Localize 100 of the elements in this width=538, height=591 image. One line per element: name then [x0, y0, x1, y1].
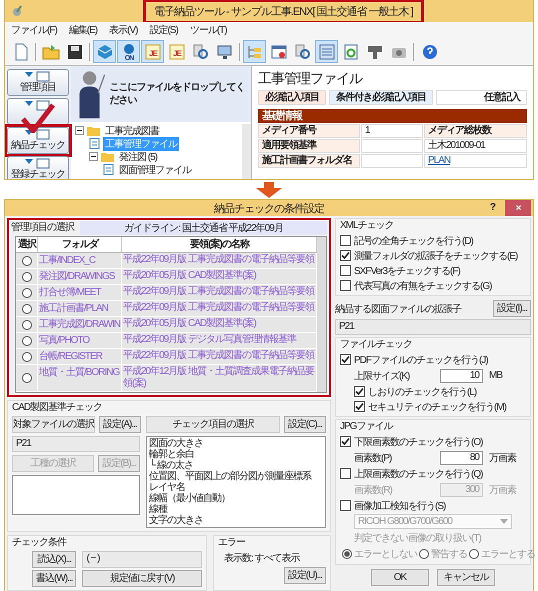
collapse-icon[interactable]	[89, 152, 98, 161]
tree-item[interactable]: 発注図 (5)	[117, 150, 159, 164]
list-item[interactable]: └ 線の太さ	[149, 460, 323, 471]
list-item[interactable]: 輪郭と余白	[149, 449, 323, 460]
table-cell: 打合せ簿/MEET	[38, 285, 122, 300]
checkbox[interactable]	[354, 401, 365, 412]
checkbox[interactable]	[340, 265, 351, 276]
folder-link[interactable]: PLAN	[428, 155, 450, 166]
drop-zone[interactable]: ここにファイルをドロップしてください	[71, 66, 251, 122]
list-item[interactable]: 線幅（最小値自動）	[149, 493, 323, 504]
close-button[interactable]: ×	[505, 200, 531, 216]
checkmark-icon	[21, 103, 55, 133]
sidebar-button[interactable]: 納品チェック	[7, 127, 69, 154]
table-cell: 施工計画書/PLAN	[38, 301, 122, 316]
legend-label: 条件付き必須記入項目	[329, 90, 433, 105]
list-item[interactable]: 線種	[149, 504, 323, 515]
menu-item[interactable]: 設定(S)	[149, 23, 178, 37]
help-button[interactable]: ?	[484, 201, 501, 214]
radio-button[interactable]	[469, 549, 479, 559]
radio-button[interactable]	[22, 373, 32, 383]
radio-button[interactable]	[22, 336, 32, 346]
list-item[interactable]: 図面の大きさ	[149, 438, 323, 449]
radio-button[interactable]	[342, 549, 352, 559]
list-box[interactable]: 図面の大きさ 輪郭と余白 └ 線の太さ 位置図、平面図上の部分図が測量座標系 レイヤ名 線幅（最小値自動） 線種 文字の大きさ	[146, 436, 326, 528]
checkbox[interactable]	[340, 250, 351, 261]
monitor-icon	[216, 42, 234, 60]
extension-field[interactable]: P21	[12, 436, 140, 452]
unit-label: 万画素	[489, 484, 516, 496]
radio-button[interactable]	[22, 320, 32, 330]
collapse-icon[interactable]	[75, 126, 84, 135]
field-value: 土木201009-01	[424, 139, 527, 153]
reset-button[interactable]: 規定値に戻す(V)	[82, 570, 202, 587]
checkbox-label: 下限画素数のチェックを行う(O)	[354, 436, 482, 448]
file-icon	[103, 164, 114, 175]
group-title: CAD製図基準チェック	[12, 402, 104, 414]
extension-label: 納品する図面ファイルの拡張子	[335, 302, 461, 316]
settings-button[interactable]: 設定(A)...	[99, 416, 141, 433]
load-button[interactable]: 読込(X)...	[32, 551, 76, 568]
field-label: 適用要領基準	[258, 139, 360, 153]
guideline-label: ガイドライン: 国土交通省 平成22年09月	[80, 221, 327, 235]
checkbox[interactable]	[340, 280, 351, 291]
checkbox[interactable]	[340, 468, 351, 479]
checkbox-label: 上限画素数のチェックを行う(Q)	[354, 468, 482, 480]
folder-icon	[87, 126, 100, 136]
error-display-label: 表示数: すべて表示	[223, 552, 302, 565]
radio-button[interactable]	[22, 272, 32, 282]
list-item[interactable]: 文字の大きさ	[149, 515, 323, 526]
settings-button[interactable]: 設定(C)...	[284, 416, 326, 433]
cancel-button[interactable]: キャンセル	[437, 569, 495, 586]
checkbox[interactable]	[340, 354, 351, 365]
unit-label: MB	[489, 370, 502, 381]
scrollbar[interactable]	[242, 124, 251, 179]
list-box[interactable]	[12, 475, 140, 515]
field-label: 画素数(P)	[354, 452, 393, 464]
dialog-title: 納品チェックの条件設定	[214, 202, 324, 216]
app-icon	[11, 5, 23, 17]
checkbox[interactable]	[340, 235, 351, 246]
radio-button[interactable]	[22, 352, 32, 362]
menu-item[interactable]: ファイル(F)	[11, 23, 57, 37]
list-item[interactable]: レイヤ名	[149, 482, 323, 493]
table-cell: 発注図/DRAWINGS	[38, 269, 122, 284]
drop-hint: ここにファイルをドロップしてください	[109, 81, 245, 107]
magnifier-icon	[192, 42, 210, 60]
file-field[interactable]: ( − )	[82, 551, 202, 568]
window-icon	[270, 42, 288, 60]
sidebar-button[interactable]: 管理項目	[7, 69, 69, 96]
table-cell: 工事完成図/DRAWIN	[38, 317, 122, 332]
menu-item[interactable]: 表示(V)	[109, 23, 138, 37]
magnifier-icon	[294, 42, 312, 60]
field-label: メディア番号	[258, 124, 360, 138]
pixel-count-field[interactable]: 80	[440, 450, 483, 464]
list-item[interactable]: 位置図、平面図上の部分図が測量座標系	[149, 471, 323, 482]
field-value: 1	[361, 124, 423, 138]
checkbox[interactable]	[354, 386, 365, 397]
table-cell: 地質・土質/BORING	[38, 365, 122, 391]
sidebar-button[interactable]: 登録チェック	[7, 156, 69, 179]
size-field[interactable]: 10	[440, 368, 483, 382]
settings-button[interactable]: 設定(I)...	[493, 300, 531, 317]
settings-button[interactable]: 設定(U)...	[284, 567, 326, 584]
radio-button[interactable]	[22, 304, 32, 314]
checkbox-label: SXFVer3をチェックする(F)	[354, 264, 460, 278]
save-button[interactable]: 書込(W)...	[32, 570, 76, 587]
tree-item[interactable]: 図面管理ファイル	[117, 162, 193, 176]
ok-button[interactable]: OK	[371, 569, 429, 586]
extension-field[interactable]: P21	[335, 319, 531, 335]
menu-item[interactable]: 編集(E)	[68, 23, 98, 37]
scrollbar[interactable]	[317, 237, 326, 392]
checkbox[interactable]	[340, 500, 351, 511]
checkbox[interactable]	[340, 436, 351, 447]
group-title: ファイルチェック	[340, 339, 413, 351]
menu-item[interactable]: ツール(T)	[190, 23, 227, 37]
caret-icon	[500, 519, 508, 524]
tree-item[interactable]: 工事完成図書	[103, 124, 161, 138]
group-title: JPGファイル	[340, 421, 394, 433]
group-title: エラー	[218, 537, 246, 549]
checkbox-label: セキュリティのチェックを行う(M)	[368, 400, 506, 414]
radio-button[interactable]	[419, 549, 429, 559]
field-label: 画素数(R)	[354, 484, 394, 496]
radio-button[interactable]	[22, 288, 32, 298]
radio-button[interactable]	[22, 256, 32, 266]
